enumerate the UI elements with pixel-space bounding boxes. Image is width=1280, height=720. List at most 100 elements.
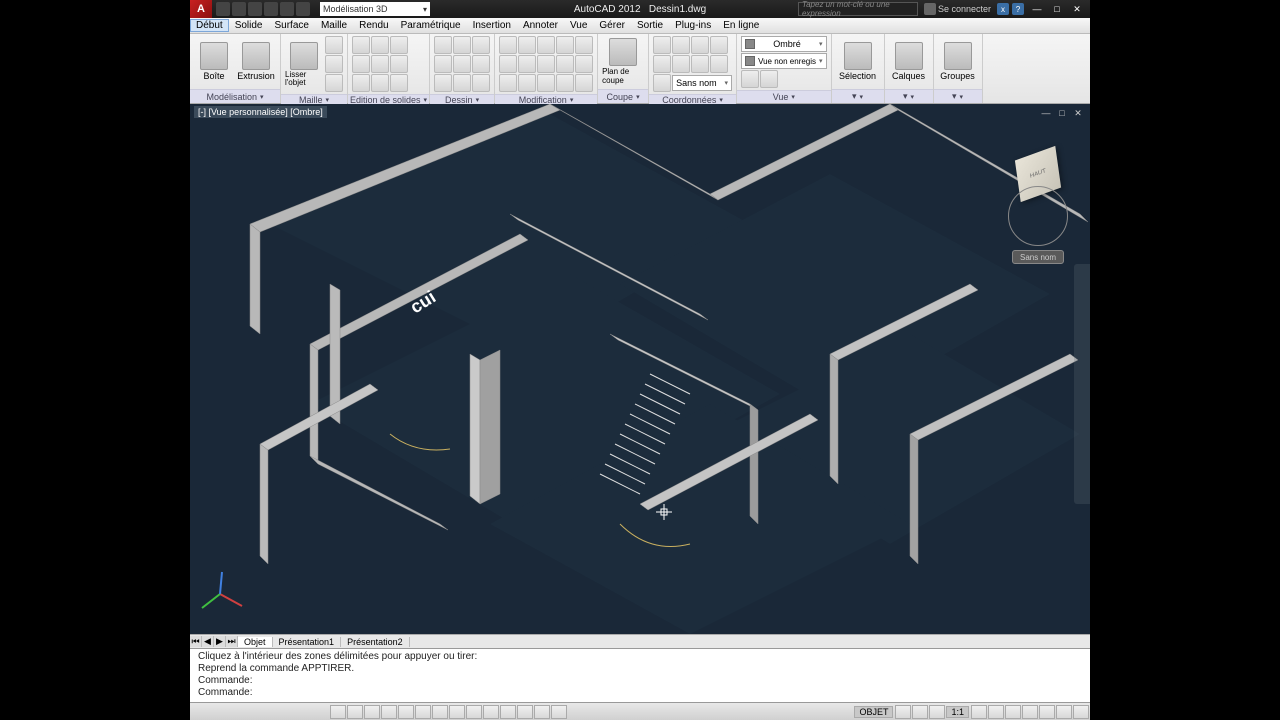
status-tool[interactable] (1056, 705, 1072, 719)
tab-debut[interactable]: Début (190, 19, 229, 32)
help-icon[interactable]: ? (1012, 3, 1024, 15)
viewport-label[interactable]: [-] [Vue personnalisée] [Ombre] (194, 106, 327, 118)
cmd-prompt[interactable]: Commande: (198, 687, 1082, 699)
vue-tool[interactable] (741, 70, 759, 88)
status-tool[interactable] (1005, 705, 1021, 719)
mod-tool[interactable] (499, 74, 517, 92)
lwt-toggle[interactable] (483, 705, 499, 719)
tab-next-icon[interactable]: ▶ (214, 636, 226, 647)
vp-maximize-icon[interactable]: □ (1056, 108, 1068, 118)
vue-tool[interactable] (760, 70, 778, 88)
maille-tool[interactable] (325, 55, 343, 73)
otrack-toggle[interactable] (432, 705, 448, 719)
ucs-tool[interactable] (710, 55, 728, 73)
mod-tool[interactable] (537, 74, 555, 92)
mod-tool[interactable] (537, 36, 555, 54)
maille-tool[interactable] (325, 36, 343, 54)
new-icon[interactable] (216, 2, 230, 16)
edit-tool[interactable] (390, 36, 408, 54)
status-space[interactable]: OBJET (854, 706, 893, 718)
edit-tool[interactable] (352, 36, 370, 54)
grid-toggle[interactable] (347, 705, 363, 719)
draw-tool[interactable] (472, 55, 490, 73)
ucs-tool[interactable] (672, 36, 690, 54)
visual-style-dropdown[interactable]: Ombré (741, 36, 826, 52)
tab-first-icon[interactable]: ⏮ (190, 636, 202, 647)
tab-prev-icon[interactable]: ◀ (202, 636, 214, 647)
status-tool[interactable] (929, 705, 945, 719)
tab-gerer[interactable]: Gérer (593, 20, 631, 31)
calques-button[interactable]: Calques (889, 42, 929, 81)
ducs-toggle[interactable] (449, 705, 465, 719)
close-button[interactable]: ✕ (1070, 4, 1084, 14)
viewcube-compass[interactable] (1008, 186, 1068, 246)
status-tool[interactable] (971, 705, 987, 719)
panel-label-coupe[interactable]: Coupe (598, 89, 648, 103)
mod-tool[interactable] (518, 55, 536, 73)
drawing-canvas[interactable]: cui (190, 104, 1090, 634)
edit-tool[interactable] (371, 74, 389, 92)
tab-objet[interactable]: Objet (238, 637, 273, 647)
maximize-button[interactable]: □ (1050, 4, 1064, 14)
mod-tool[interactable] (556, 36, 574, 54)
tab-parametrique[interactable]: Paramétrique (395, 20, 467, 31)
tab-plugins[interactable]: Plug-ins (669, 20, 717, 31)
sign-in[interactable]: Se connecter (924, 3, 991, 15)
dyn-toggle[interactable] (466, 705, 482, 719)
osnap-toggle[interactable] (398, 705, 414, 719)
tab-annoter[interactable]: Annoter (517, 20, 564, 31)
mod-tool[interactable] (518, 36, 536, 54)
status-tool[interactable] (1039, 705, 1055, 719)
mod-tool[interactable] (575, 36, 593, 54)
mod-tool[interactable] (575, 55, 593, 73)
navigation-bar[interactable] (1074, 264, 1090, 504)
ortho-toggle[interactable] (364, 705, 380, 719)
status-tool[interactable] (895, 705, 911, 719)
draw-tool[interactable] (472, 74, 490, 92)
draw-tool[interactable] (434, 55, 452, 73)
mod-tool[interactable] (575, 74, 593, 92)
tab-last-icon[interactable]: ⏭ (226, 636, 238, 647)
mod-tool[interactable] (499, 36, 517, 54)
ucs-tool[interactable] (653, 55, 671, 73)
status-tool[interactable] (912, 705, 928, 719)
status-tool[interactable] (988, 705, 1004, 719)
panel-label-selection[interactable]: ▾ (832, 89, 884, 103)
mod-tool[interactable] (537, 55, 555, 73)
extrusion-button[interactable]: Extrusion (236, 42, 276, 81)
status-tool[interactable] (1022, 705, 1038, 719)
open-icon[interactable] (232, 2, 246, 16)
ucs-tool[interactable] (653, 74, 671, 92)
print-icon[interactable] (264, 2, 278, 16)
ucs-dropdown[interactable]: Sans nom (672, 75, 732, 91)
ucs-tool[interactable] (653, 36, 671, 54)
edit-tool[interactable] (390, 74, 408, 92)
draw-tool[interactable] (453, 74, 471, 92)
ucs-tool[interactable] (672, 55, 690, 73)
undo-icon[interactable] (280, 2, 294, 16)
tab-enligne[interactable]: En ligne (717, 20, 765, 31)
cleanscreen-toggle[interactable] (1073, 705, 1089, 719)
mod-tool[interactable] (556, 55, 574, 73)
panel-label-groupes[interactable]: ▾ (934, 89, 982, 103)
edit-tool[interactable] (371, 36, 389, 54)
am-toggle[interactable] (551, 705, 567, 719)
draw-tool[interactable] (453, 36, 471, 54)
maille-tool[interactable] (325, 74, 343, 92)
exchange-icon[interactable]: x (997, 3, 1009, 15)
vp-close-icon[interactable]: ✕ (1072, 108, 1084, 118)
tab-presentation1[interactable]: Présentation1 (273, 637, 342, 647)
boite-button[interactable]: Boîte (194, 42, 234, 81)
lisser-button[interactable]: Lisser l'objet (285, 42, 323, 87)
edit-tool[interactable] (390, 55, 408, 73)
polar-toggle[interactable] (381, 705, 397, 719)
plan-coupe-button[interactable]: Plan de coupe (602, 38, 644, 85)
vp-minimize-icon[interactable]: — (1040, 108, 1052, 118)
tab-presentation2[interactable]: Présentation2 (341, 637, 410, 647)
ucs-tool[interactable] (691, 36, 709, 54)
mod-tool[interactable] (556, 74, 574, 92)
viewcube[interactable]: HAUT Sans nom (1008, 144, 1068, 204)
groupes-button[interactable]: Groupes (938, 42, 978, 81)
app-logo[interactable]: A (190, 0, 212, 18)
qp-toggle[interactable] (517, 705, 533, 719)
